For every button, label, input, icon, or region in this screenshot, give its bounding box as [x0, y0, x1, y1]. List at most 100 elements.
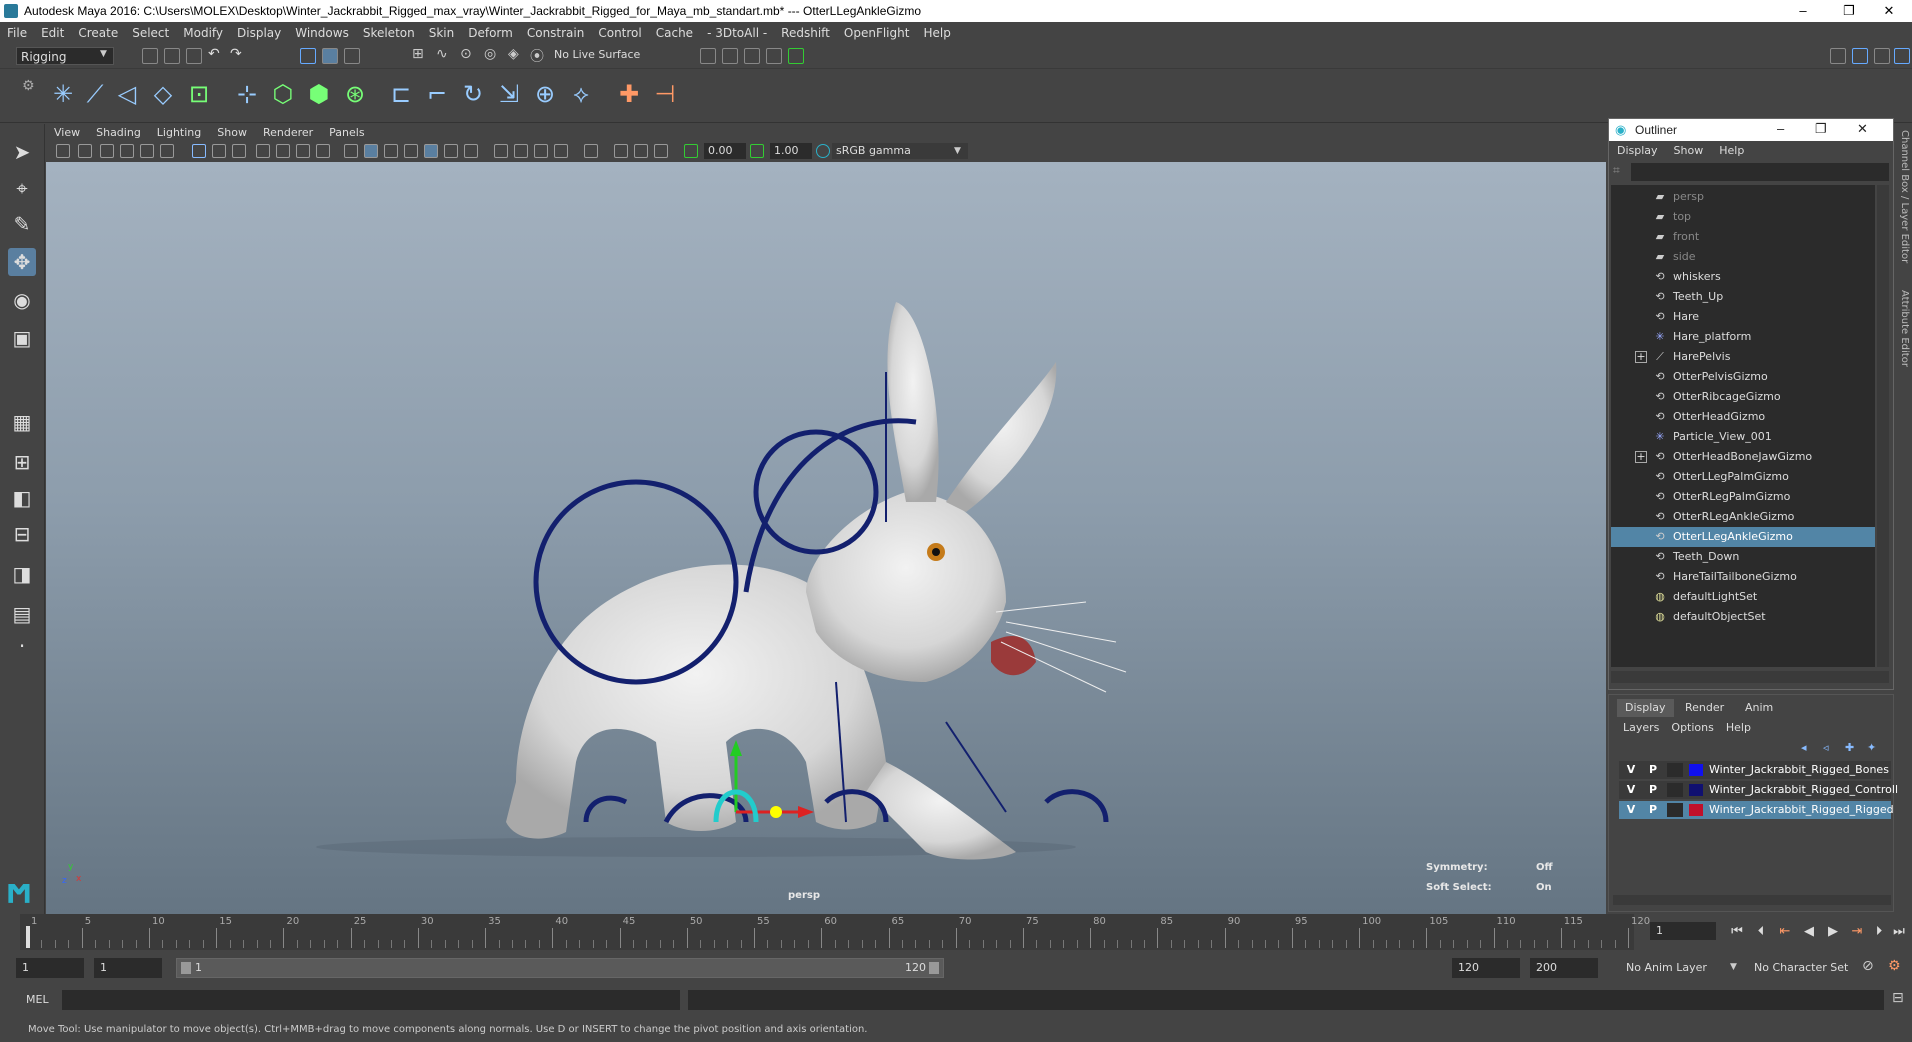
insert-joint-icon[interactable]: ◇: [148, 78, 178, 110]
layer-display-type-toggle[interactable]: [1667, 763, 1683, 777]
outliner-item[interactable]: ⟲ OtterRLegPalmGizmo: [1611, 487, 1875, 507]
wireframe-on-shaded-icon[interactable]: [404, 144, 418, 158]
script-editor-icon[interactable]: ⊟: [1892, 990, 1904, 1006]
outliner-menu-show[interactable]: Show: [1666, 141, 1712, 161]
xray-joints-icon[interactable]: [654, 144, 668, 158]
grid-toggle-icon[interactable]: [192, 144, 206, 158]
outliner-menu-help[interactable]: Help: [1711, 141, 1752, 161]
custom-layout-icon[interactable]: ·: [8, 632, 36, 660]
menu-constrain[interactable]: Constrain: [520, 22, 592, 44]
layer-playback-toggle[interactable]: P: [1645, 781, 1661, 799]
layer-color-swatch[interactable]: [1689, 784, 1703, 796]
menu-deform[interactable]: Deform: [461, 22, 520, 44]
step-back-key-icon[interactable]: ⇤: [1776, 924, 1794, 940]
outliner-item[interactable]: ⟲ HareTailTailboneGizmo: [1611, 567, 1875, 587]
rotate-tool-icon[interactable]: ◉: [8, 286, 36, 314]
menu-skeleton[interactable]: Skeleton: [356, 22, 422, 44]
vp-menu-view[interactable]: View: [46, 124, 88, 142]
attribute-editor-side-tab[interactable]: Attribute Editor: [1896, 290, 1910, 390]
outliner-item[interactable]: ⟲ whiskers: [1611, 267, 1875, 287]
outliner-item[interactable]: ▰ persp: [1611, 187, 1875, 207]
distance-tool-icon[interactable]: ⊣: [650, 78, 680, 110]
smooth-shade-icon[interactable]: [364, 144, 378, 158]
four-view-layout-icon[interactable]: ⊞: [8, 448, 36, 476]
layer-visibility-toggle[interactable]: V: [1623, 781, 1639, 799]
camera-attributes-icon[interactable]: [78, 144, 92, 158]
resolution-gate-icon[interactable]: [232, 144, 246, 158]
outliner-item[interactable]: + ⟲ OtterHeadBoneJawGizmo: [1611, 447, 1875, 467]
grease-pencil-icon[interactable]: [160, 144, 174, 158]
layer-menu-layers[interactable]: Layers: [1617, 719, 1665, 737]
layer-menu-help[interactable]: Help: [1720, 719, 1757, 737]
anti-aliasing-icon[interactable]: [534, 144, 548, 158]
layer-visibility-toggle[interactable]: V: [1623, 801, 1639, 819]
menu-cache[interactable]: Cache: [649, 22, 700, 44]
parent-constraint-icon[interactable]: ⊕: [530, 78, 560, 110]
go-to-start-icon[interactable]: ⏮: [1728, 924, 1746, 940]
menu-display[interactable]: Display: [230, 22, 288, 44]
layer-playback-toggle[interactable]: P: [1645, 801, 1661, 819]
layer-display-type-toggle[interactable]: [1667, 803, 1683, 817]
outliner-item[interactable]: ⟲ Teeth_Down: [1611, 547, 1875, 567]
ipr-render-icon[interactable]: [744, 48, 760, 64]
menu-3dtoall[interactable]: - 3DtoAll -: [700, 22, 774, 44]
select-tool-icon[interactable]: ➤: [8, 138, 36, 166]
select-component-icon[interactable]: [344, 48, 360, 64]
snap-grid-icon[interactable]: ⊞: [412, 46, 424, 62]
layer-playback-toggle[interactable]: P: [1645, 761, 1661, 779]
outliner-item[interactable]: ⟲ OtterHeadGizmo: [1611, 407, 1875, 427]
menu-skin[interactable]: Skin: [422, 22, 462, 44]
layer-menu-options[interactable]: Options: [1665, 719, 1719, 737]
outliner-item[interactable]: ✳ Particle_View_001: [1611, 427, 1875, 447]
outliner-item[interactable]: ◍ defaultObjectSet: [1611, 607, 1875, 627]
textured-icon[interactable]: [424, 144, 438, 158]
layer-display-type-toggle[interactable]: [1667, 783, 1683, 797]
wireframe-icon[interactable]: [344, 144, 358, 158]
animation-start-field[interactable]: 1: [16, 958, 84, 978]
snap-view-icon[interactable]: ◎: [484, 46, 496, 62]
snap-point-icon[interactable]: ⊙: [460, 46, 472, 62]
anim-layer-dropdown[interactable]: No Anim Layer: [1620, 958, 1740, 978]
outliner-item[interactable]: + ⟋ HarePelvis: [1611, 347, 1875, 367]
modeling-toolkit-icon[interactable]: [1830, 48, 1846, 64]
outliner-item[interactable]: ✳ Hare_platform: [1611, 327, 1875, 347]
safe-action-icon[interactable]: [296, 144, 310, 158]
menu-redshift[interactable]: Redshift: [774, 22, 837, 44]
menu-control[interactable]: Control: [591, 22, 648, 44]
use-all-lights-icon[interactable]: [444, 144, 458, 158]
ik-handle-icon[interactable]: ⟋: [80, 78, 110, 110]
menu-windows[interactable]: Windows: [288, 22, 356, 44]
depth-of-field-icon[interactable]: [554, 144, 568, 158]
minimize-button[interactable]: –: [1780, 0, 1826, 22]
layer-color-swatch[interactable]: [1689, 804, 1703, 816]
outliner-minimize-button[interactable]: –: [1777, 121, 1784, 136]
render-frame-icon[interactable]: [722, 48, 738, 64]
outliner-item[interactable]: ⟲ OtterPelvisGizmo: [1611, 367, 1875, 387]
vp-menu-lighting[interactable]: Lighting: [149, 124, 209, 142]
locator-icon[interactable]: ✚: [614, 78, 644, 110]
display-layer-row[interactable]: V P Winter_Jackrabbit_Rigged_Bones: [1619, 761, 1891, 779]
attribute-editor-toggle-icon[interactable]: [1852, 48, 1868, 64]
scale-tool-icon[interactable]: ▣: [8, 324, 36, 352]
auto-key-icon[interactable]: ⊘: [1862, 958, 1874, 974]
exposure-field[interactable]: 0.00: [704, 143, 746, 159]
close-button[interactable]: ✕: [1866, 0, 1912, 22]
shadows-icon[interactable]: [464, 144, 478, 158]
hare-model[interactable]: [506, 302, 1127, 860]
redo-icon[interactable]: ↷: [230, 46, 242, 62]
snap-live-icon[interactable]: ⦿: [530, 46, 544, 66]
playback-end-field[interactable]: 120: [1452, 958, 1520, 978]
channel-box-side-tab[interactable]: Channel Box / Layer Editor: [1896, 130, 1910, 280]
snap-curve-icon[interactable]: ∿: [436, 46, 448, 62]
snap-surface-icon[interactable]: ◈: [508, 46, 519, 62]
step-forward-key-icon[interactable]: ⇥: [1848, 924, 1866, 940]
field-chart-icon[interactable]: [276, 144, 290, 158]
animation-end-field[interactable]: 200: [1530, 958, 1598, 978]
step-back-frame-icon[interactable]: ⏴: [1752, 924, 1770, 940]
tab-render-layers[interactable]: Render: [1677, 699, 1732, 717]
render-settings-icon[interactable]: [766, 48, 782, 64]
hypershade-icon[interactable]: [788, 48, 804, 64]
outliner-item[interactable]: ⟲ OtterRibcageGizmo: [1611, 387, 1875, 407]
outliner-maximize-button[interactable]: ❐: [1815, 121, 1827, 137]
safe-title-icon[interactable]: [316, 144, 330, 158]
